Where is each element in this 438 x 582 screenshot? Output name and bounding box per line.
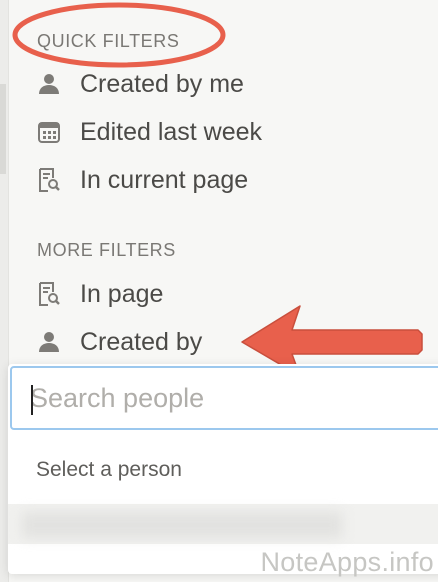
filter-in-page[interactable]: In page — [36, 274, 416, 314]
filter-label: Created by — [80, 327, 203, 356]
filter-edited-last-week[interactable]: Edited last week — [36, 112, 416, 152]
quick-filters-heading: QUICK FILTERS — [37, 31, 180, 51]
page-search-icon — [36, 281, 62, 307]
filter-label: Edited last week — [80, 117, 263, 146]
person-option-redacted[interactable] — [8, 504, 438, 544]
person-icon — [36, 71, 62, 97]
search-people-input[interactable] — [12, 368, 438, 428]
search-people-box[interactable] — [10, 366, 438, 430]
sidebar-edge-mark — [0, 84, 6, 174]
filter-in-current-page[interactable]: In current page — [36, 160, 416, 200]
more-filters-heading: MORE FILTERS — [37, 240, 176, 260]
redacted-person-name — [22, 512, 342, 538]
filter-label: In page — [80, 279, 164, 308]
select-person-hint: Select a person — [36, 458, 182, 481]
calendar-icon — [36, 119, 62, 145]
filter-created-by-me[interactable]: Created by me — [36, 64, 416, 104]
filter-created-by[interactable]: Created by — [36, 322, 416, 362]
filter-label: Created by me — [80, 69, 244, 98]
filter-label: In current page — [80, 165, 249, 194]
people-picker-popover: Select a person — [8, 364, 438, 574]
watermark: NoteApps.info — [260, 547, 434, 577]
person-icon — [36, 329, 62, 355]
page-search-icon — [36, 167, 62, 193]
text-caret — [31, 385, 33, 415]
